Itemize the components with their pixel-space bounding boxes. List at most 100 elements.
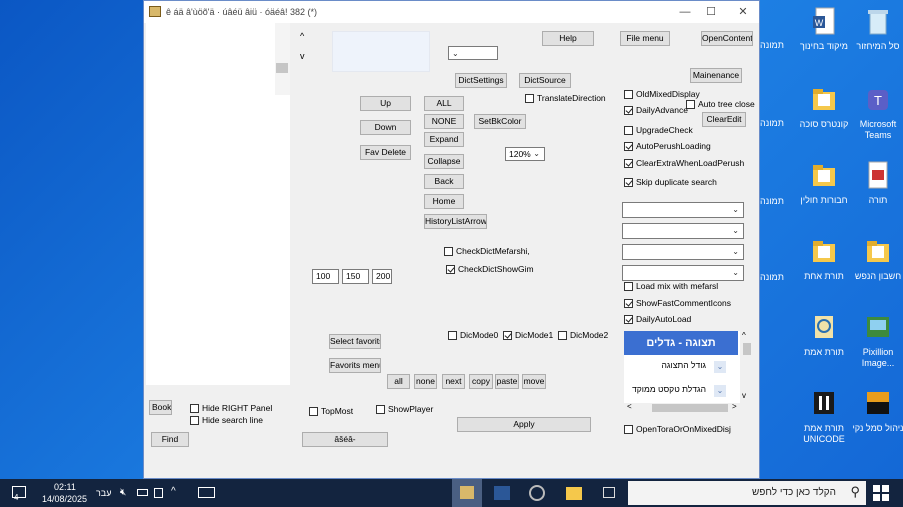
check-dict-mefarshi-checkbox[interactable]: CheckDictMefarshi, (444, 246, 530, 256)
chevron-right-icon[interactable]: > (732, 402, 737, 411)
tree-panel[interactable] (146, 23, 290, 385)
start-button[interactable] (873, 485, 889, 501)
check-dict-show-gim-checkbox[interactable]: CheckDictShowGim (446, 264, 534, 274)
scroll-thumb[interactable] (652, 404, 728, 412)
top-select[interactable]: ⌄ (448, 46, 498, 60)
tree-scrollbar[interactable] (275, 23, 290, 95)
desktop-icon-pixillion[interactable]: Pixillion Image... (848, 312, 903, 369)
open-contents-button[interactable]: OpenContents (701, 31, 753, 46)
expand-button[interactable]: Expand (424, 132, 464, 147)
size-100-input[interactable]: 100 (312, 269, 339, 284)
back-button[interactable]: Back (424, 174, 464, 189)
taskbar-app-active[interactable] (452, 479, 482, 507)
move-button[interactable]: move (522, 374, 546, 389)
history-list-arrow-button[interactable]: HistoryListArrow v (424, 214, 487, 229)
right-select-2[interactable]: ⌄ (622, 223, 744, 239)
all-caps-button[interactable]: ALL (424, 96, 464, 111)
chevron-down-icon[interactable]: ⌄ (714, 385, 726, 397)
set-bk-color-button[interactable]: SetBkColor (474, 114, 526, 129)
right-select-4[interactable]: ⌄ (622, 265, 744, 281)
minimize-button[interactable]: — (674, 4, 696, 20)
favorits-menu-button[interactable]: Favorits menu (329, 358, 381, 373)
top-most-checkbox[interactable]: TopMost (309, 406, 353, 416)
clear-extra-checkbox[interactable]: ClearExtraWhenLoadPerush (624, 158, 744, 168)
garbled-button[interactable]: âšéâ- (302, 432, 388, 447)
desktop-icon-teams[interactable]: T Microsoft Teams (848, 84, 903, 141)
zoom-select[interactable]: 120% ⌄ (505, 147, 545, 161)
display-panel-hscroll[interactable]: < > (624, 402, 740, 413)
size-200-input[interactable]: 200 (372, 269, 392, 284)
desktop-icon-chavurot[interactable]: חבורות חולין (794, 160, 854, 206)
word-icon[interactable] (494, 486, 510, 500)
all-button[interactable]: all (387, 374, 410, 389)
chevron-left-icon[interactable]: < (627, 402, 632, 411)
next-button[interactable]: next (442, 374, 465, 389)
show-player-checkbox[interactable]: ShowPlayer (376, 404, 433, 414)
display-panel-header[interactable]: תצוגה - גדלים (624, 331, 738, 355)
file-menu-button[interactable]: File menu (620, 31, 670, 46)
open-tora-checkbox[interactable]: OpenToraOrOnMixedDisj (624, 424, 731, 434)
desktop-icon-torat-emet-unicode[interactable]: תורת אמת UNICODE (794, 388, 854, 445)
daily-advance-checkbox[interactable]: DailyAdvance (624, 105, 688, 115)
mainenance-button[interactable]: Mainenance (690, 68, 742, 83)
desktop-icon-torat-achat[interactable]: תורת אחת (794, 236, 854, 282)
chevron-up-icon[interactable]: ^ (742, 331, 746, 340)
language-indicator[interactable]: עבר (96, 488, 111, 498)
dell-icon[interactable] (529, 485, 545, 501)
desktop-icon-torah[interactable]: תורה (848, 160, 903, 206)
desktop-icon-heshbon[interactable]: חשבון הנפש (848, 236, 903, 282)
chevron-down-icon[interactable]: ⌄ (714, 361, 726, 373)
show-fast-comment-checkbox[interactable]: ShowFastCommentIcons (624, 298, 731, 308)
keyboard-icon[interactable] (198, 487, 215, 498)
display-panel-vscroll[interactable]: ^ v (742, 331, 752, 403)
daily-auto-load-checkbox[interactable]: DailyAutoLoad (624, 314, 691, 324)
task-view-icon[interactable] (603, 487, 615, 498)
desktop-icon-mikud[interactable]: W מיקוד בחינוך (794, 6, 854, 52)
desktop-icon-kuntres[interactable]: קונטרס סוכה (794, 84, 854, 130)
file-explorer-icon[interactable] (566, 487, 582, 500)
dict-settings-button[interactable]: DictSettings (455, 73, 507, 88)
load-mix-checkbox[interactable]: Load mix with mefarsl (624, 281, 718, 291)
chevron-up-icon[interactable]: ^ (300, 31, 304, 41)
dict-source-button[interactable]: DictSource (519, 73, 571, 88)
chevron-up-icon[interactable]: ^ (171, 486, 176, 497)
battery-icon[interactable] (137, 489, 148, 496)
desktop-icon-nihul[interactable]: ניהול סמל נקי (848, 388, 903, 434)
skip-duplicate-checkbox[interactable]: Skip duplicate search (624, 177, 717, 187)
down-button[interactable]: Down (360, 120, 411, 135)
select-favorits-button[interactable]: Select favorits (329, 334, 381, 349)
display-panel-item[interactable]: הגדלת טקסט ממוקד (624, 381, 728, 399)
up-button[interactable]: Up (360, 96, 411, 111)
search-box[interactable]: הקלד כאן כדי לחפש ⚲ (628, 481, 866, 505)
upgrade-check-checkbox[interactable]: UpgradeCheck (624, 125, 693, 135)
apply-button[interactable]: Apply (457, 417, 591, 432)
dic-mode2-checkbox[interactable]: DicMode2 (558, 330, 608, 340)
auto-perush-loading-checkbox[interactable]: AutoPerushLoading (624, 141, 711, 151)
copy-button[interactable]: copy (469, 374, 493, 389)
maximize-button[interactable]: ☐ (700, 4, 722, 20)
none-button[interactable]: none (414, 374, 437, 389)
clock-date[interactable]: 14/08/2025 (42, 494, 87, 504)
right-select-1[interactable]: ⌄ (622, 202, 744, 218)
right-select-3[interactable]: ⌄ (622, 244, 744, 260)
hide-search-line-checkbox[interactable]: Hide search line (190, 415, 263, 425)
close-button[interactable]: ✕ (732, 4, 754, 20)
help-button[interactable]: Help (542, 31, 594, 46)
book-button[interactable]: Book\ (149, 400, 172, 415)
network-icon[interactable] (154, 488, 163, 498)
translate-direction-checkbox[interactable]: TranslateDirection (525, 93, 606, 103)
auto-tree-close-checkbox[interactable]: Auto tree close (686, 99, 755, 109)
dic-mode0-checkbox[interactable]: DicMode0 (448, 330, 498, 340)
chevron-down-icon[interactable]: v (300, 51, 305, 61)
clock-time[interactable]: 02:11 (54, 482, 76, 492)
hide-right-panel-checkbox[interactable]: Hide RIGHT Panel (190, 403, 272, 413)
collapse-button[interactable]: Collapse (424, 154, 464, 169)
paste-button[interactable]: paste (495, 374, 519, 389)
none-caps-button[interactable]: NONE (424, 114, 464, 129)
volume-icon[interactable]: 🔇︎ (120, 487, 126, 498)
chevron-down-icon[interactable]: v (742, 391, 746, 400)
size-150-input[interactable]: 150 (342, 269, 369, 284)
desktop-icon-torat-emet[interactable]: תורת אמת (794, 312, 854, 358)
display-panel-item[interactable]: גודל התצוגה (624, 357, 728, 375)
find-button[interactable]: Find (151, 432, 189, 447)
